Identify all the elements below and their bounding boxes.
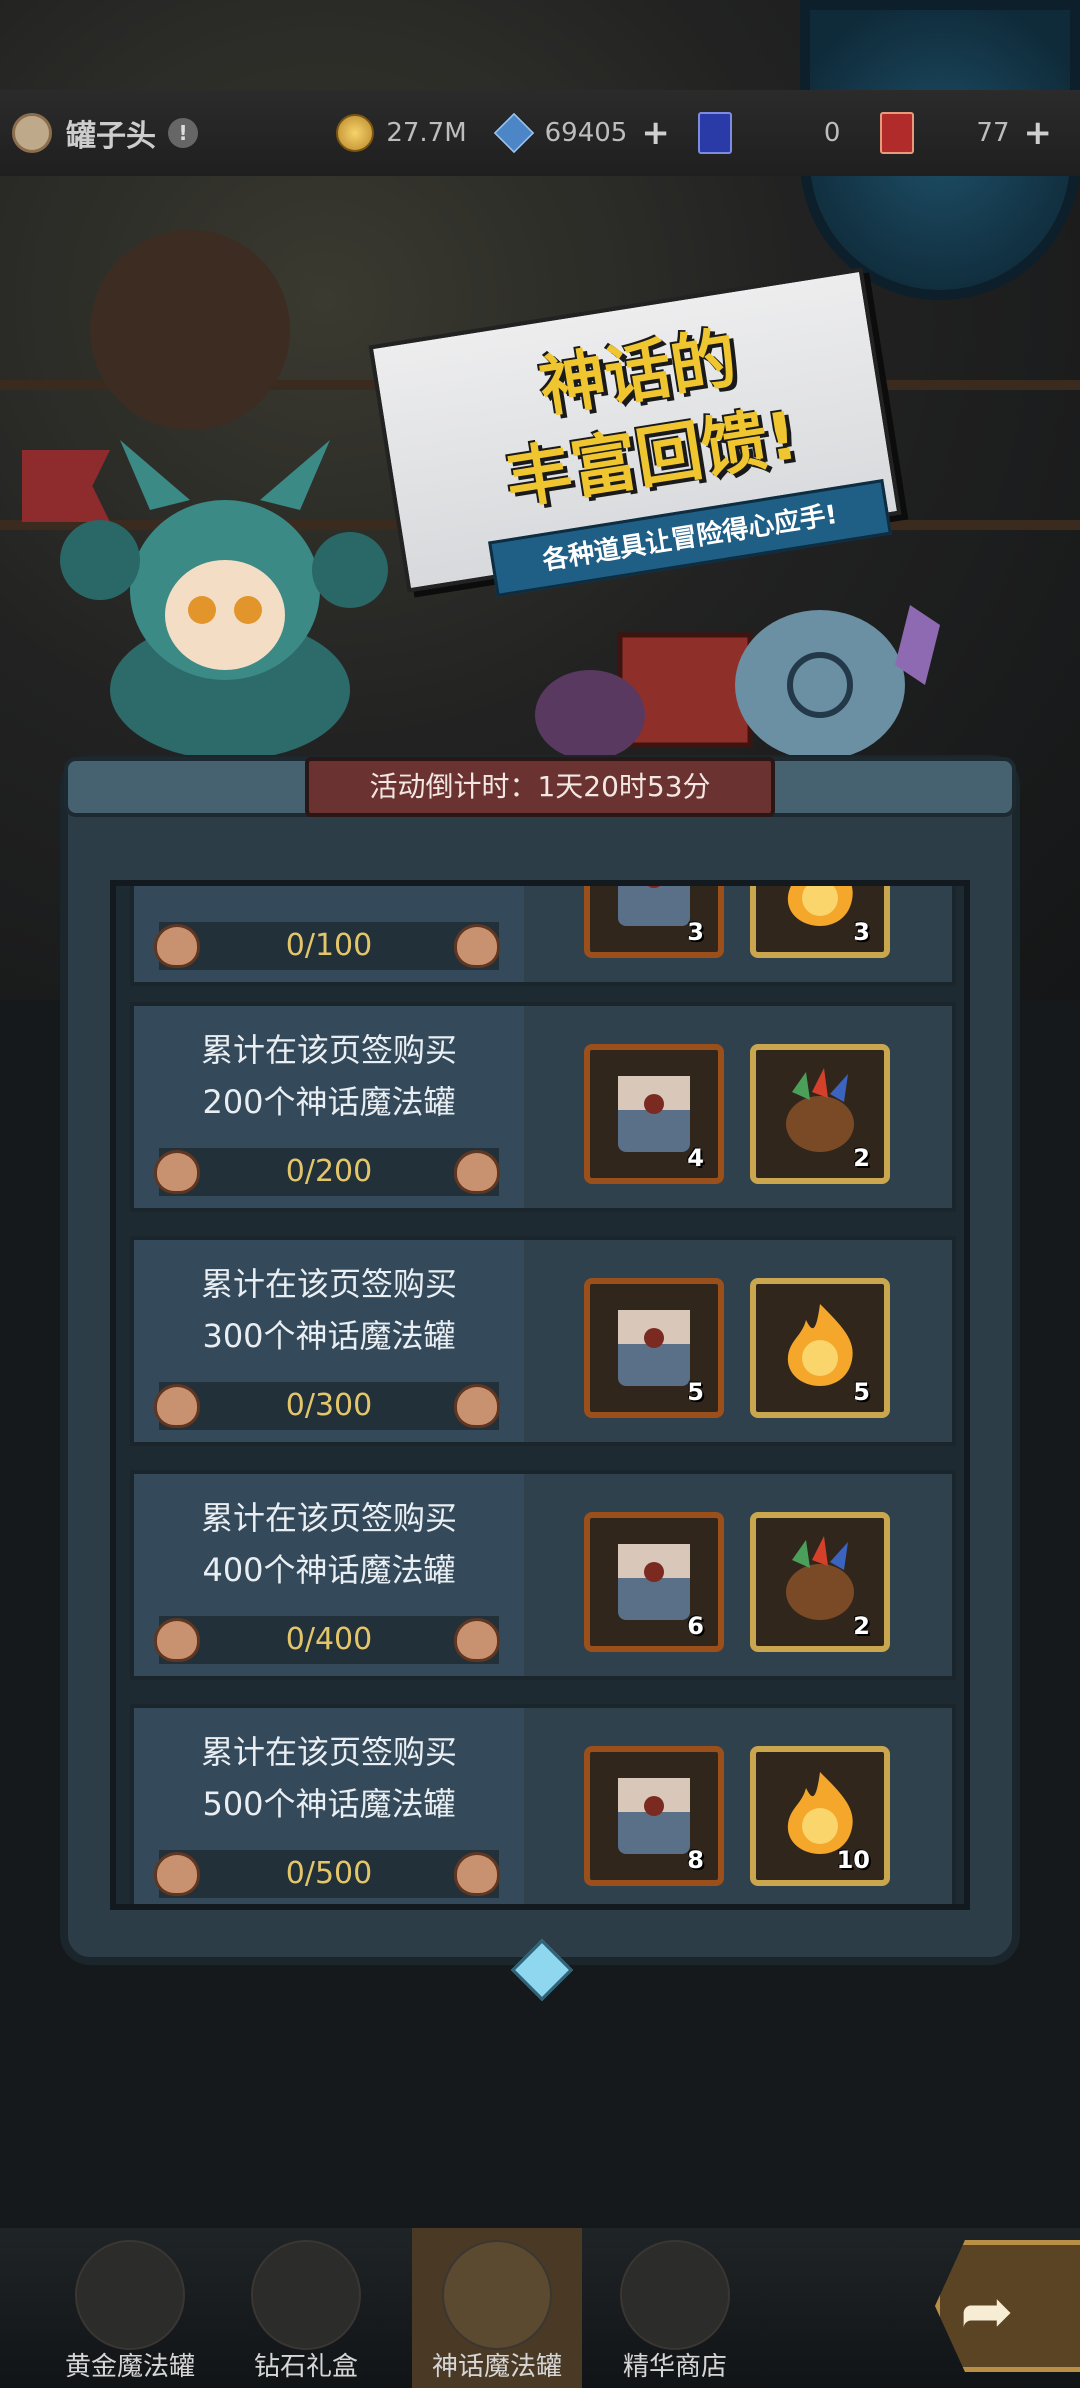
reward-item-paw-chest[interactable]: 3 <box>584 886 724 958</box>
reward-item-paw-chest[interactable]: 5 <box>584 1278 724 1418</box>
task-description: 累计在该页签购买 400个神话魔法罐 <box>134 1492 524 1596</box>
pot-icon <box>454 1384 500 1428</box>
avatar[interactable] <box>12 113 52 153</box>
pot-icon <box>454 1150 500 1194</box>
gold-coin-value: 27.7M <box>386 118 467 148</box>
crystal-icon <box>493 112 534 154</box>
progress-text: 0/200 <box>285 1154 373 1189</box>
reward-item-feather-bag[interactable]: 2 <box>750 1512 890 1652</box>
task-description-line2: 200个神话魔法罐 <box>202 1083 456 1121</box>
reward-quantity: 5 <box>687 1378 704 1406</box>
progress-text: 0/400 <box>285 1622 373 1657</box>
blue-ticket-resource: 0 <box>697 112 841 154</box>
reward-item-paw-chest[interactable]: 4 <box>584 1044 724 1184</box>
task-description: 累计在该页签购买 300个神话魔法罐 <box>134 1258 524 1362</box>
treasure-loot-icon <box>535 605 940 760</box>
task-description-line1: 累计在该页签购买 <box>200 1499 457 1537</box>
task-description-line2: 400个神话魔法罐 <box>202 1551 456 1589</box>
gold-coin-icon <box>336 114 375 152</box>
info-icon[interactable]: ! <box>168 118 198 148</box>
player-name: 罐子头 <box>66 119 156 154</box>
essence-shop-icon <box>620 2240 730 2350</box>
reward-quantity: 3 <box>853 918 870 946</box>
pot-icon <box>154 1852 200 1896</box>
progress-text: 0/500 <box>285 1856 373 1891</box>
pot-icon <box>454 924 500 968</box>
tab-label: 黄金魔法罐 <box>64 2352 195 2382</box>
myth-pot-icon <box>442 2240 552 2350</box>
pot-icon <box>154 1150 200 1194</box>
player-info[interactable]: 罐子头 ! <box>12 111 336 155</box>
tab-label: 神话魔法罐 <box>431 2352 562 2382</box>
gold-pot-icon <box>75 2240 185 2350</box>
red-ticket-icon <box>880 112 915 154</box>
task-description-line2: 300个神话魔法罐 <box>202 1317 456 1355</box>
reward-row: 0/100 3 3 <box>130 886 956 986</box>
reward-quantity: 10 <box>836 1846 870 1874</box>
task-description-line1: 累计在该页签购买 <box>200 1265 457 1303</box>
reward-item-fireball[interactable]: 10 <box>750 1746 890 1886</box>
pot-icon <box>154 1618 200 1662</box>
reward-quantity: 5 <box>853 1378 870 1406</box>
pot-icon <box>454 1852 500 1896</box>
blue-ticket-value: 0 <box>823 118 841 148</box>
pot-decoration <box>90 230 290 430</box>
reward-item-paw-chest[interactable]: 6 <box>584 1512 724 1652</box>
pot-icon <box>154 1384 200 1428</box>
pot-icon <box>454 1618 500 1662</box>
reward-row: 累计在该页签购买 400个神话魔法罐 0/400 6 2 <box>130 1470 956 1680</box>
reward-quantity: 3 <box>687 918 704 946</box>
progress-text: 0/300 <box>285 1388 373 1423</box>
task-description-line1: 累计在该页签购买 <box>200 1031 457 1069</box>
task-description-line2: 500个神话魔法罐 <box>202 1785 456 1823</box>
reward-row: 累计在该页签购买 200个神话魔法罐 0/200 4 2 <box>130 1002 956 1212</box>
reward-item-fireball[interactable]: 3 <box>750 886 890 958</box>
task-description-line1: 累计在该页签购买 <box>200 1733 457 1771</box>
crystal-value: 69405 <box>544 118 628 148</box>
reward-quantity: 2 <box>853 1612 870 1640</box>
pot-icon <box>154 924 200 968</box>
add-red-ticket-button[interactable]: + <box>1024 113 1053 153</box>
mascot-character-icon <box>60 440 388 760</box>
reward-row: 累计在该页签购买 300个神话魔法罐 0/300 5 5 <box>130 1236 956 1446</box>
activity-countdown: 活动倒计时：1天20时53分 <box>305 757 775 817</box>
crystal-resource: 69405 + <box>493 112 670 154</box>
share-arrow-icon: ➦ <box>960 2275 1014 2349</box>
reward-quantity: 8 <box>687 1846 704 1874</box>
tab-essence-shop[interactable]: 精华商店 <box>590 2228 760 2388</box>
red-ticket-value: 77 <box>976 118 1010 148</box>
reward-row: 累计在该页签购买 500个神话魔法罐 0/500 8 10 <box>130 1704 956 1904</box>
diamond-box-icon <box>251 2240 361 2350</box>
tab-label: 钻石礼盒 <box>253 2352 358 2382</box>
reward-item-fireball[interactable]: 5 <box>750 1278 890 1418</box>
tab-myth-pot[interactable]: 神话魔法罐 <box>412 2228 582 2388</box>
share-button[interactable]: ➦ <box>935 2240 1080 2372</box>
reward-quantity: 2 <box>853 1144 870 1172</box>
reward-item-paw-chest[interactable]: 8 <box>584 1746 724 1886</box>
reward-list[interactable]: 0/100 3 3 累计在该页签购买 200个神话魔法罐 0/200 4 2 累… <box>110 880 970 1910</box>
resource-bar: 罐子头 ! 27.7M 69405 + 0 77 + <box>0 90 1080 176</box>
bottom-navigation: 黄金魔法罐 钻石礼盒 神话魔法罐 精华商店 <box>0 2228 1080 2388</box>
red-ticket-resource: 77 + <box>880 112 1052 154</box>
add-crystal-button[interactable]: + <box>641 113 670 153</box>
progress-text: 0/100 <box>285 928 373 963</box>
gold-coin-resource: 27.7M <box>336 114 467 152</box>
tab-label: 精华商店 <box>622 2352 727 2382</box>
reward-item-feather-bag[interactable]: 2 <box>750 1044 890 1184</box>
tab-gold-pot[interactable]: 黄金魔法罐 <box>45 2228 215 2388</box>
task-description: 累计在该页签购买 200个神话魔法罐 <box>134 1024 524 1128</box>
task-description: 累计在该页签购买 500个神话魔法罐 <box>134 1726 524 1830</box>
reward-quantity: 4 <box>687 1144 704 1172</box>
reward-quantity: 6 <box>687 1612 704 1640</box>
tab-diamond-box[interactable]: 钻石礼盒 <box>221 2228 391 2388</box>
blue-ticket-icon <box>697 112 732 154</box>
